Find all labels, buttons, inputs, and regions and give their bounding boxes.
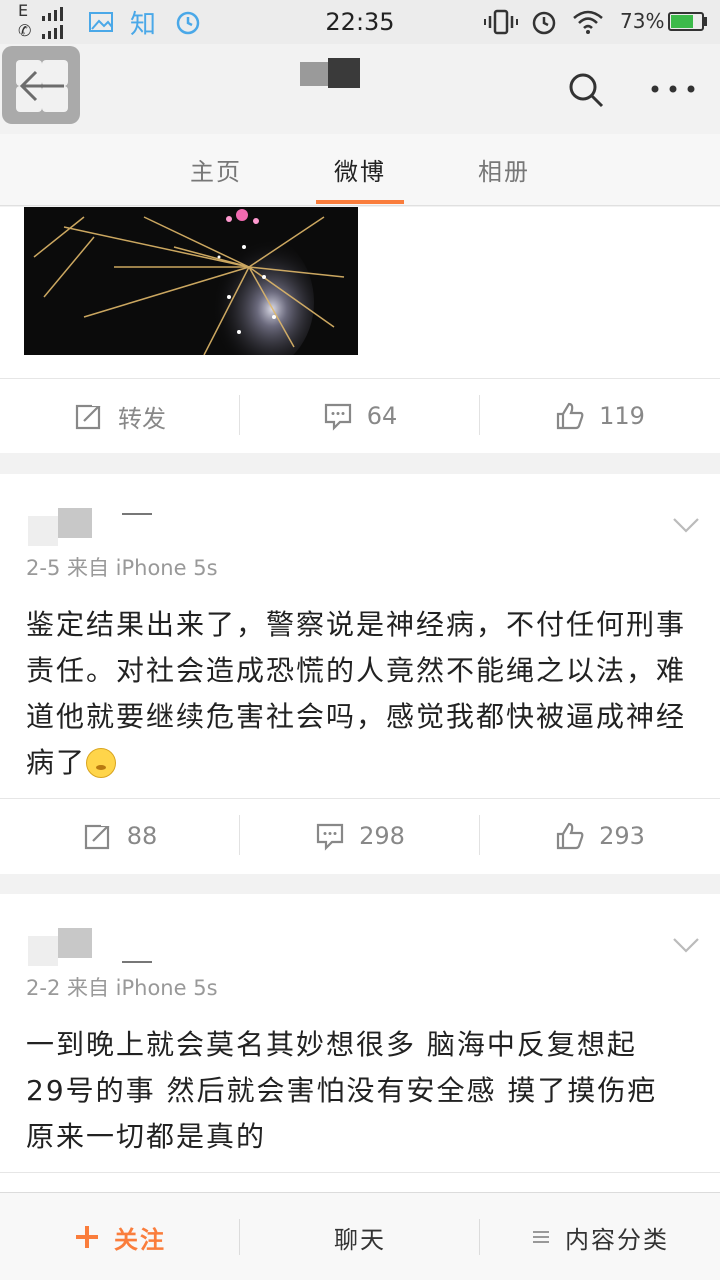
profile-header — [0, 44, 720, 134]
post-card: 2-5 来自 iPhone 5s 鉴定结果出来了，警察说是神经病，不付任何刑事责… — [0, 474, 720, 874]
like-count: 119 — [599, 402, 645, 430]
avatar[interactable] — [28, 508, 92, 546]
categories-button[interactable]: 内容分类 — [480, 1193, 720, 1280]
comment-count: 64 — [366, 402, 398, 430]
tab-album[interactable]: 相册 — [454, 152, 554, 187]
comment-icon — [316, 823, 344, 851]
battery-icon — [668, 12, 704, 31]
image-icon — [89, 12, 113, 32]
alarm-icon — [176, 11, 200, 35]
comment-count: 298 — [359, 822, 405, 850]
post-card: 2-2 来自 iPhone 5s 一到晚上就会莫名其妙想很多 脑海中反复想起29… — [0, 894, 720, 1192]
comment-button[interactable]: 298 — [240, 799, 480, 873]
repost-label: 转发 — [118, 404, 166, 433]
back-button[interactable] — [2, 46, 80, 124]
bottom-bar: 关注 聊天 内容分类 — [0, 1192, 720, 1280]
fireworks-image — [24, 207, 358, 355]
avatar[interactable] — [28, 928, 92, 966]
post-text-content: 鉴定结果出来了，警察说是神经病，不付任何刑事责任。对社会造成恐慌的人竟然不能绳之… — [26, 608, 687, 779]
profile-tabs: 主页 微博 相册 — [0, 134, 720, 206]
repost-icon — [84, 822, 112, 850]
menu-icon — [533, 1231, 549, 1243]
follow-label: 关注 — [114, 1225, 166, 1254]
chevron-down-icon[interactable] — [672, 936, 700, 954]
comment-icon — [324, 403, 351, 431]
back-arrow-icon — [19, 70, 64, 102]
battery-percent: 73% — [620, 9, 665, 33]
like-button[interactable]: 293 — [480, 799, 720, 873]
post-action-bar: 88 298 293 — [0, 798, 720, 872]
follow-button[interactable]: 关注 — [0, 1193, 240, 1280]
repost-button[interactable]: 88 — [0, 799, 240, 873]
comment-button[interactable]: 64 — [240, 379, 480, 453]
repost-icon — [75, 402, 103, 430]
battery-tip — [704, 17, 707, 26]
post-image-fireworks[interactable] — [24, 207, 358, 355]
repost-count: 88 — [126, 822, 158, 850]
post-text-content: 一到晚上就会莫名其妙想很多 脑海中反复想起29号的事 然后就会害怕没有安全感 摸… — [26, 1028, 658, 1153]
plus-icon — [76, 1226, 98, 1248]
username[interactable] — [120, 958, 154, 968]
chat-button[interactable]: 聊天 — [240, 1193, 480, 1280]
tab-home[interactable]: 主页 — [166, 152, 266, 187]
phone-icon: ✆ — [18, 21, 32, 40]
more-icon[interactable] — [650, 84, 696, 94]
tab-weibo[interactable]: 微博 — [310, 152, 410, 187]
search-icon[interactable] — [566, 70, 606, 110]
zhihu-icon: 知 — [130, 10, 157, 40]
repost-button[interactable]: 转发 — [0, 379, 240, 453]
username[interactable] — [120, 510, 154, 520]
post-card: 转发 64 119 — [0, 207, 720, 453]
active-tab-indicator — [316, 200, 404, 204]
like-count: 293 — [599, 822, 645, 850]
battery-level — [671, 15, 693, 28]
alarm-icon — [532, 11, 556, 35]
chevron-down-icon[interactable] — [672, 516, 700, 534]
like-button[interactable]: 119 — [480, 379, 720, 453]
post-meta: 2-2 来自 iPhone 5s — [26, 976, 218, 1000]
chat-label: 聊天 — [334, 1225, 386, 1254]
post-text: 鉴定结果出来了，警察说是神经病，不付任何刑事责任。对社会造成恐慌的人竟然不能绳之… — [26, 602, 700, 786]
status-bar: E ✆ 知 22:35 73% — [0, 0, 720, 44]
categories-label: 内容分类 — [565, 1225, 669, 1254]
vibrate-icon — [484, 9, 518, 35]
post-text: 一到晚上就会莫名其妙想很多 脑海中反复想起29号的事 然后就会害怕没有安全感 摸… — [26, 1022, 666, 1160]
thinking-emoji-icon — [86, 748, 117, 778]
page-title — [300, 58, 360, 88]
post-action-bar: 转发 64 119 — [0, 378, 720, 452]
divider — [0, 1172, 720, 1173]
signal-icon — [42, 7, 63, 39]
wifi-icon — [573, 10, 603, 34]
like-icon — [556, 402, 584, 430]
network-type: E — [18, 1, 29, 20]
like-icon — [556, 822, 584, 850]
clock: 22:35 — [325, 8, 395, 36]
post-meta: 2-5 来自 iPhone 5s — [26, 556, 218, 580]
